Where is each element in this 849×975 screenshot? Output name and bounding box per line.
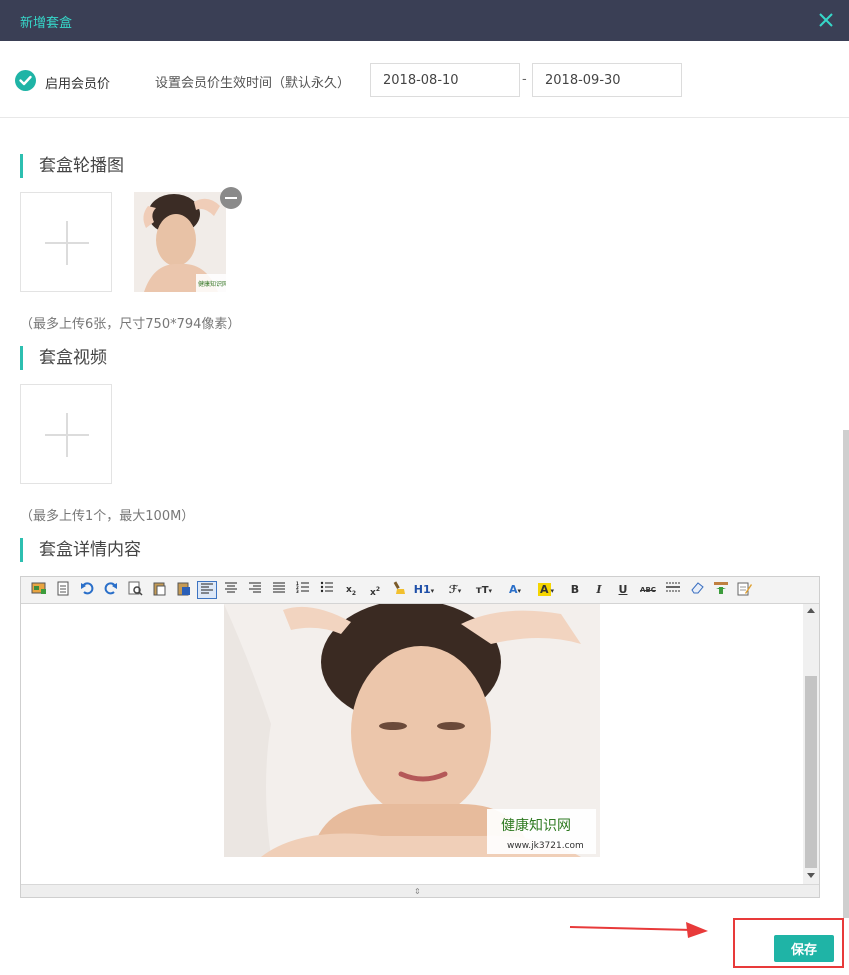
- heading-label: H1: [413, 583, 431, 596]
- strikethrough-button[interactable]: ABC: [637, 581, 659, 599]
- redo-icon[interactable]: [101, 581, 121, 599]
- preview-icon[interactable]: [125, 581, 145, 599]
- resize-grip-icon: ⇕: [414, 887, 421, 896]
- end-date-input[interactable]: [532, 63, 682, 97]
- carousel-thumbnail[interactable]: 健康知识网: [134, 192, 226, 292]
- detail-section-title: 套盒详情内容: [20, 538, 141, 562]
- rich-text-editor: 123 x2 x2 H1▾ ℱ▾ тT▾ A▾ A ▾ B I U ABC 健康…: [20, 576, 820, 898]
- video-section-title: 套盒视频: [20, 346, 107, 370]
- paste-icon[interactable]: [149, 581, 169, 599]
- watermark-url: www.jk3721.com: [507, 841, 584, 851]
- save-button[interactable]: 保存: [774, 935, 834, 962]
- underline-button[interactable]: U: [613, 581, 633, 599]
- font-family-dropdown[interactable]: ℱ▾: [443, 581, 467, 599]
- insert-template-icon[interactable]: [711, 581, 731, 599]
- video-hint: （最多上传1个，最大100M）: [20, 509, 195, 524]
- align-left-icon[interactable]: [197, 581, 217, 599]
- font-family-label: ℱ: [448, 583, 458, 596]
- annotation-arrow-icon: [569, 922, 708, 938]
- highlight-color-dropdown[interactable]: A ▾: [533, 581, 559, 599]
- font-size-label: тT: [475, 585, 489, 596]
- remove-image-icon[interactable]: [220, 187, 242, 209]
- align-right-icon[interactable]: [245, 581, 265, 599]
- bold-button[interactable]: B: [565, 581, 585, 599]
- font-color-label: A: [508, 583, 518, 596]
- horizontal-rule-icon[interactable]: [663, 581, 683, 599]
- dialog-titlebar: 新增套盒: [0, 0, 849, 41]
- svg-text:3: 3: [296, 589, 299, 593]
- editor-scrollbar[interactable]: [803, 604, 819, 884]
- subscript-icon[interactable]: x2: [341, 581, 361, 599]
- start-date-input[interactable]: [370, 63, 520, 97]
- close-icon[interactable]: [817, 11, 835, 29]
- member-price-row: 启用会员价 设置会员价生效时间（默认永久） -: [0, 41, 849, 118]
- ordered-list-icon[interactable]: 123: [293, 581, 313, 599]
- watermark-text: 健康知识网: [501, 817, 571, 834]
- font-color-dropdown[interactable]: A▾: [503, 581, 527, 599]
- date-separator: -: [522, 72, 527, 87]
- undo-icon[interactable]: [77, 581, 97, 599]
- editor-content[interactable]: 健康知识网 www.jk3721.com: [21, 604, 803, 884]
- effective-time-label: 设置会员价生效时间（默认永久）: [155, 76, 351, 91]
- insert-image-icon[interactable]: [29, 581, 49, 599]
- editor-resize-handle[interactable]: ⇕: [21, 884, 819, 897]
- scroll-up-arrow-icon[interactable]: [807, 608, 815, 613]
- carousel-hint: （最多上传6张，尺寸750*794像素）: [20, 317, 241, 332]
- italic-button[interactable]: I: [589, 581, 609, 599]
- editor-toolbar: 123 x2 x2 H1▾ ℱ▾ тT▾ A▾ A ▾ B I U ABC: [21, 577, 819, 604]
- detail-image: 健康知识网 www.jk3721.com: [224, 604, 600, 857]
- align-justify-icon[interactable]: [269, 581, 289, 599]
- check-circle-icon[interactable]: [15, 70, 36, 91]
- superscript-icon[interactable]: x2: [365, 581, 385, 599]
- edit-document-icon[interactable]: [735, 581, 755, 599]
- align-center-icon[interactable]: [221, 581, 241, 599]
- heading-dropdown[interactable]: H1▾: [411, 581, 437, 599]
- svg-text:健康知识网: 健康知识网: [198, 280, 226, 288]
- clear-format-brush-icon[interactable]: [389, 581, 409, 599]
- enable-member-price-label: 启用会员价: [45, 77, 111, 92]
- carousel-section-title: 套盒轮播图: [20, 154, 124, 178]
- page-scrollbar[interactable]: [843, 430, 849, 918]
- scroll-down-arrow-icon[interactable]: [807, 873, 815, 878]
- source-code-icon[interactable]: [53, 581, 73, 599]
- paste-word-icon[interactable]: [173, 581, 193, 599]
- dialog-title: 新增套盒: [20, 16, 73, 31]
- video-upload-button[interactable]: [20, 384, 112, 484]
- carousel-upload-button[interactable]: [20, 192, 112, 292]
- eraser-icon[interactable]: [687, 581, 707, 599]
- unordered-list-icon[interactable]: [317, 581, 337, 599]
- highlight-color-label: A: [537, 583, 551, 596]
- scroll-thumb[interactable]: [805, 676, 817, 868]
- font-size-dropdown[interactable]: тT▾: [471, 581, 497, 599]
